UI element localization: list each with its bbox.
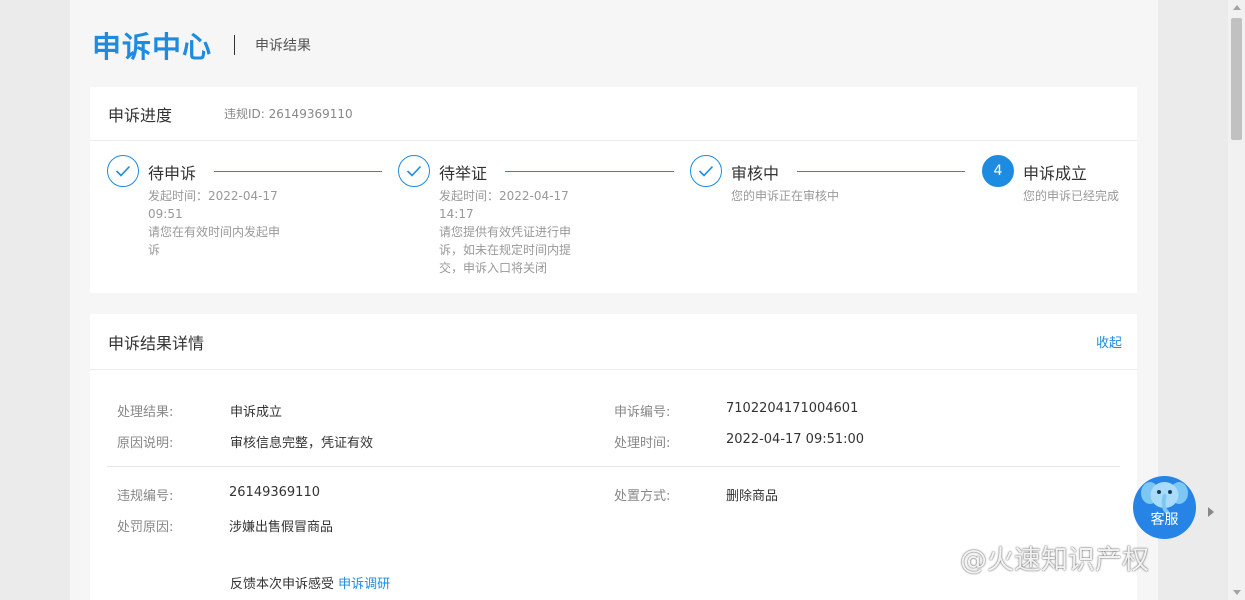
- step-title: 待举证: [439, 164, 488, 183]
- customer-service-button[interactable]: 客服: [1133, 476, 1196, 539]
- result-value: 申诉成立: [230, 405, 283, 420]
- watermark: @火速知识产权: [960, 538, 1149, 577]
- header-divider: [234, 35, 236, 55]
- violation-number-label: 违规编号:: [117, 489, 174, 504]
- step-description: 发起时间：2022-04-17 14:17 请您提供有效凭证进行申 诉，如未在规…: [439, 189, 572, 275]
- appeal-number-label: 申诉编号:: [614, 405, 671, 420]
- reason-label: 原因说明:: [117, 436, 174, 451]
- step-title: 审核中: [731, 164, 780, 183]
- page-header: 申诉中心 申诉结果: [92, 28, 312, 64]
- brand-title: 申诉中心: [92, 30, 213, 64]
- collapse-link[interactable]: 收起: [1096, 332, 1122, 351]
- step-description: 发起时间：2022-04-17 09:51 请您在有效时间内发起申 诉: [148, 189, 281, 257]
- watermark-text: @火速知识产权: [960, 545, 1149, 576]
- feedback-line: 反馈本次申诉感受 申诉调研: [230, 573, 390, 592]
- check-icon: [690, 155, 722, 187]
- step-connector: [797, 171, 965, 172]
- step-description: 您的申诉已经完成: [1023, 189, 1120, 203]
- customer-service-label: 客服: [1150, 512, 1179, 528]
- process-time-label: 处理时间:: [614, 436, 671, 451]
- page-scrollbar[interactable]: [1228, 0, 1245, 600]
- detail-divider: [107, 466, 1120, 467]
- step-description: 您的申诉正在审核中: [731, 189, 840, 203]
- step-number-badge: 4: [982, 155, 1014, 187]
- survey-link[interactable]: 申诉调研: [338, 577, 390, 592]
- appeal-number-value: 7102204171004601: [726, 401, 859, 416]
- progress-title: 申诉进度: [108, 105, 173, 125]
- scroll-down-icon[interactable]: [1233, 590, 1241, 595]
- detail-title: 申诉结果详情: [108, 333, 205, 353]
- check-icon: [398, 155, 430, 187]
- penalty-reason-label: 处罚原因:: [117, 520, 174, 535]
- progress-card: 申诉进度 违规ID: 26149369110 待申诉 发起时间：2022-04-…: [90, 87, 1137, 293]
- step-title: 待申诉: [148, 164, 197, 183]
- process-time-value: 2022-04-17 09:51:00: [726, 432, 865, 447]
- step-connector: [505, 171, 674, 172]
- scrollbar-thumb[interactable]: [1231, 18, 1242, 140]
- main-content: 申诉中心 申诉结果 申诉进度 违规ID: 26149369110 待申诉 发起时…: [70, 0, 1158, 600]
- scroll-up-icon[interactable]: [1233, 5, 1241, 10]
- detail-card-header: 申诉结果详情 收起: [90, 314, 1137, 370]
- penalty-reason-value: 涉嫌出售假冒商品: [229, 520, 334, 535]
- page-subtitle: 申诉结果: [255, 38, 312, 54]
- disposal-label: 处置方式:: [614, 489, 671, 504]
- progress-card-header: 申诉进度 违规ID: 26149369110: [90, 87, 1137, 141]
- violation-number-value: 26149369110: [229, 485, 320, 500]
- result-label: 处理结果:: [117, 405, 174, 420]
- violation-id: 违规ID: 26149369110: [224, 107, 353, 121]
- reason-value: 审核信息完整，凭证有效: [230, 436, 374, 451]
- disposal-value: 删除商品: [726, 489, 779, 504]
- step-connector: [214, 171, 382, 172]
- expand-arrow-icon[interactable]: [1208, 507, 1214, 517]
- check-icon: [107, 155, 139, 187]
- feedback-prefix: 反馈本次申诉感受: [230, 577, 335, 592]
- step-title: 申诉成立: [1023, 164, 1088, 183]
